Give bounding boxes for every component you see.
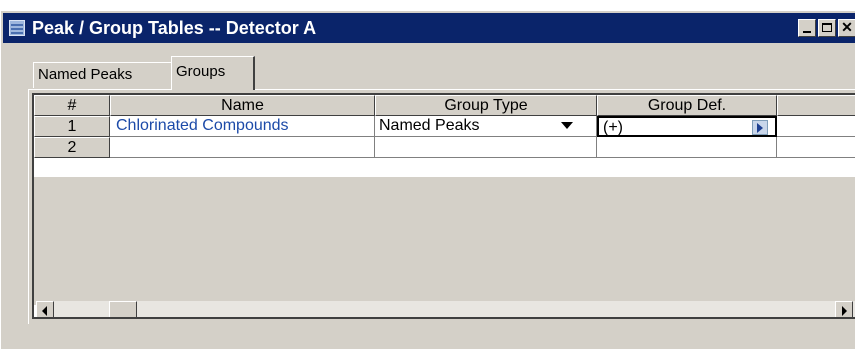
row-number[interactable]: 1 [34,116,110,137]
u-cell[interactable] [777,137,855,158]
group-def-cell[interactable]: (+) [597,116,777,137]
name-cell[interactable]: Chlorinated Compounds [110,116,375,137]
column-header-number[interactable]: # [34,95,110,116]
group-def-cell[interactable] [597,137,777,158]
minimize-icon [803,31,811,33]
scroll-thumb[interactable] [109,301,137,317]
maximize-icon [822,23,832,32]
tab-named-peaks-label: Named Peaks [38,66,133,83]
name-cell[interactable] [110,137,375,158]
close-icon: ✕ [841,19,853,35]
column-header-group-def[interactable]: Group Def. [597,95,777,116]
group-type-cell[interactable] [375,137,597,158]
tab-groups-label: Groups [176,63,226,80]
close-button[interactable]: ✕ [838,19,855,37]
group-def-edit-button[interactable] [752,120,768,135]
horizontal-scrollbar[interactable] [36,301,855,317]
table-icon [9,20,25,36]
maximize-button[interactable] [818,19,836,37]
column-header-group-type[interactable]: Group Type [375,95,597,116]
row-number[interactable]: 2 [34,137,110,158]
scroll-right-button[interactable] [835,301,853,317]
window-title: Peak / Group Tables -- Detector A [32,18,317,38]
chevron-down-icon[interactable] [561,122,573,129]
table-empty-area [34,177,855,305]
column-header-u[interactable]: U [777,95,855,116]
title-bar[interactable]: Peak / Group Tables -- Detector A ✕ [3,13,855,43]
scroll-left-button[interactable] [36,301,54,317]
minimize-button[interactable] [798,19,816,37]
u-cell[interactable] [777,116,855,137]
tab-named-peaks[interactable]: Named Peaks [33,62,171,88]
tab-groups[interactable]: Groups [171,56,255,90]
groups-table: # Name Group Type Group Def. U 1 Chlorin… [32,93,855,319]
column-header-name[interactable]: Name [110,95,375,116]
